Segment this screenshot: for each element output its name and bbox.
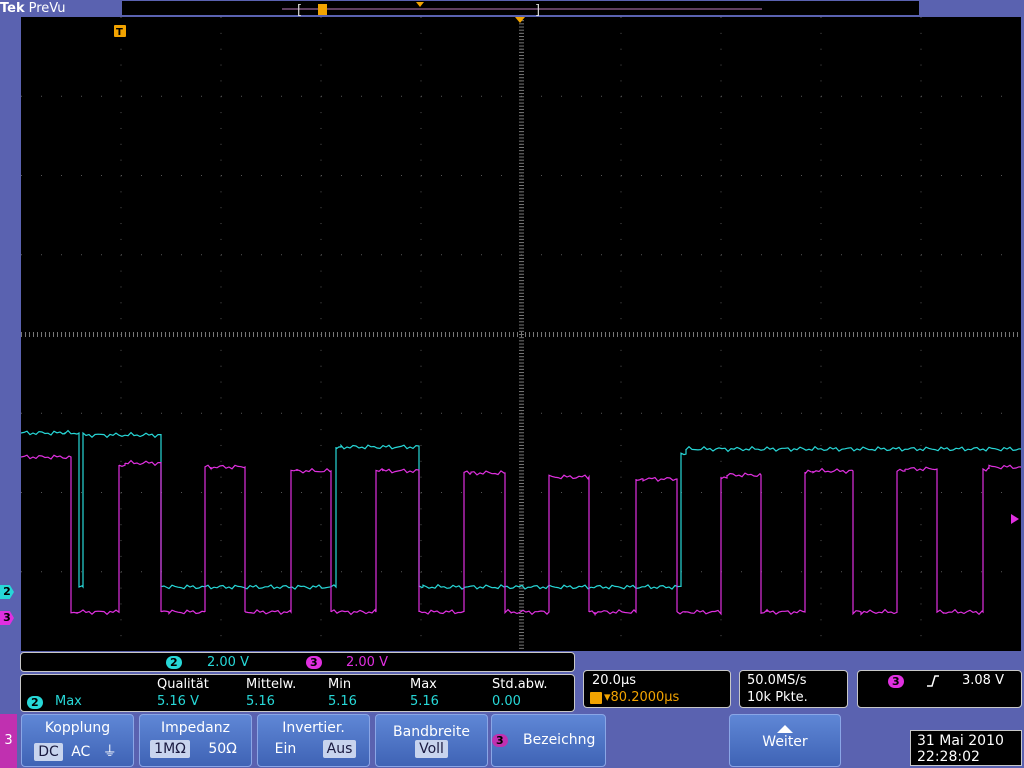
channel-3-trace bbox=[21, 454, 1021, 616]
brand-label: Tek PreVu bbox=[0, 0, 66, 17]
datetime-readout: 31 Mai 2010 22:28:02 bbox=[910, 730, 1022, 766]
channel-3-scale[interactable]: 2.00 V bbox=[346, 655, 388, 670]
channel-2-trace bbox=[21, 429, 1021, 590]
channel-2-ground-marker[interactable]: 2 bbox=[0, 585, 14, 599]
channel-3-ground-marker[interactable]: 3 bbox=[0, 611, 14, 625]
value-stdabw: 0.00 bbox=[492, 694, 521, 709]
value-max: 5.16 bbox=[410, 694, 439, 709]
value-min: 5.16 bbox=[328, 694, 357, 709]
date-value: 31 Mai 2010 bbox=[917, 733, 1004, 749]
arrow-up-icon bbox=[777, 725, 793, 733]
trigger-position-label: T bbox=[116, 27, 123, 38]
waveform-screen[interactable]: T bbox=[21, 17, 1021, 651]
brand-tek: Tek bbox=[0, 1, 25, 16]
horizontal-readout[interactable]: 20.0µs ▾80.2000µs bbox=[583, 670, 731, 708]
channel-menu-tab[interactable]: 3 bbox=[0, 714, 17, 768]
rising-edge-icon bbox=[927, 675, 939, 687]
record-center-icon bbox=[416, 2, 424, 7]
invertier-ein[interactable]: Ein bbox=[271, 740, 301, 758]
waveform-svg: T bbox=[21, 17, 1021, 649]
trigger-readout[interactable]: 3 3.08 V bbox=[857, 670, 1022, 708]
trigger-level: 3.08 V bbox=[962, 673, 1004, 688]
header-min: Min bbox=[328, 677, 352, 692]
record-view-svg: [ ] bbox=[282, 2, 762, 18]
measurement-source-badge: 2 bbox=[27, 696, 43, 709]
trigger-level-icon[interactable] bbox=[1011, 514, 1019, 524]
bandbreite-title: Bandbreite bbox=[393, 724, 470, 740]
kopplung-dc[interactable]: DC bbox=[34, 743, 63, 761]
trigger-offset-icon bbox=[590, 692, 602, 704]
header-qualitaet: Qualität bbox=[157, 677, 209, 692]
header-mittelw: Mittelw. bbox=[246, 677, 297, 692]
channel-2-scale[interactable]: 2.00 V bbox=[207, 655, 249, 670]
value-mittelw: 5.16 bbox=[246, 694, 275, 709]
record-bracket-left: [ bbox=[297, 3, 302, 16]
channel-3-badge[interactable]: 3 bbox=[306, 656, 322, 669]
record-view-bar: [ ] bbox=[122, 1, 919, 18]
brand-mode: PreVu bbox=[28, 1, 66, 16]
graticule bbox=[21, 17, 1018, 649]
invertier-title: Invertier. bbox=[282, 720, 345, 736]
invertier-button[interactable]: Invertier. Ein Aus bbox=[257, 714, 370, 767]
header-stdabw: Std.abw. bbox=[492, 677, 548, 692]
invertier-aus[interactable]: Aus bbox=[322, 740, 357, 758]
weiter-title: Weiter bbox=[762, 734, 808, 750]
channel-2-badge[interactable]: 2 bbox=[166, 656, 182, 669]
record-bracket-right: ] bbox=[535, 3, 540, 16]
measurement-name: Max bbox=[55, 694, 82, 709]
bandbreite-button[interactable]: Bandbreite Voll bbox=[375, 714, 488, 767]
bezeichng-button[interactable]: 3 Bezeichng bbox=[491, 714, 606, 767]
kopplung-title: Kopplung bbox=[44, 720, 111, 736]
timebase-value: 20.0µs bbox=[592, 673, 636, 688]
time-value: 22:28:02 bbox=[917, 749, 980, 765]
kopplung-ground-icon[interactable]: ⏚ bbox=[99, 740, 121, 762]
measurement-strip: 2 Max Qualität Mittelw. Min Max Std.abw.… bbox=[20, 674, 575, 712]
acquisition-readout[interactable]: 50.0MS/s 10k Pkte. bbox=[739, 670, 848, 708]
sample-rate: 50.0MS/s bbox=[747, 673, 807, 688]
impedanz-1mohm[interactable]: 1MΩ bbox=[150, 740, 190, 758]
header-max: Max bbox=[410, 677, 437, 692]
record-length: 10k Pkte. bbox=[747, 690, 808, 705]
bezeichng-badge: 3 bbox=[492, 734, 508, 747]
kopplung-button[interactable]: Kopplung DC AC ⏚ bbox=[21, 714, 134, 767]
bezeichng-title: Bezeichng bbox=[523, 732, 596, 748]
impedanz-title: Impedanz bbox=[161, 720, 230, 736]
trigger-center-icon bbox=[515, 17, 525, 23]
bandbreite-value: Voll bbox=[415, 740, 448, 758]
channel-scale-strip: 2 2.00 V 3 2.00 V bbox=[20, 652, 575, 672]
kopplung-ac[interactable]: AC bbox=[67, 743, 94, 761]
weiter-button[interactable]: Weiter bbox=[729, 714, 841, 767]
impedanz-button[interactable]: Impedanz 1MΩ 50Ω bbox=[139, 714, 252, 767]
record-trigger-icon bbox=[318, 4, 327, 15]
trigger-position-value: ▾80.2000µs bbox=[604, 690, 680, 705]
value-qualitaet: 5.16 V bbox=[157, 694, 199, 709]
impedanz-50ohm[interactable]: 50Ω bbox=[204, 740, 241, 758]
trigger-source-badge: 3 bbox=[888, 675, 904, 688]
